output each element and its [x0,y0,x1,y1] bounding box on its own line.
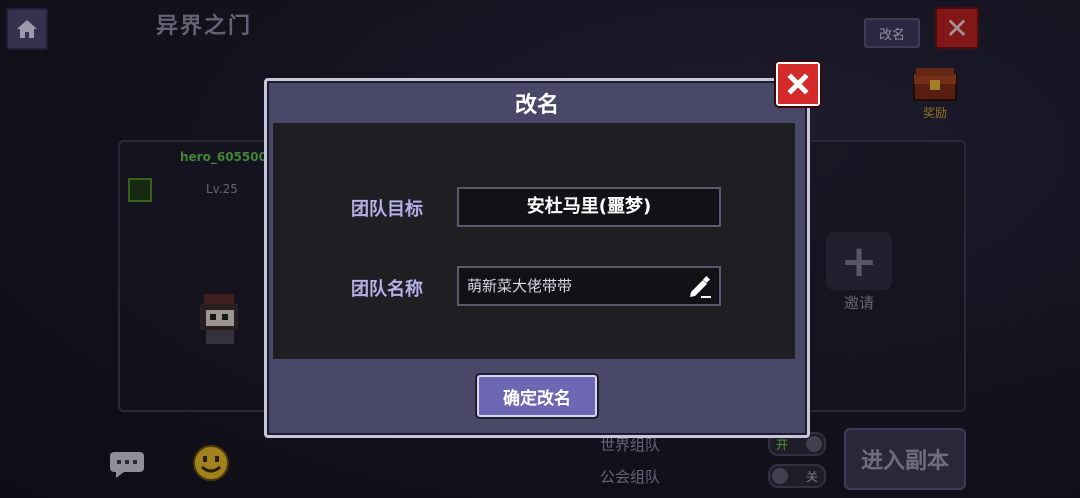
confirm-rename-button[interactable]: 确定改名 [477,375,597,417]
rename-dialog: 改名 团队目标 安杜马里(噩梦) 团队名称 确定改名 [264,78,810,438]
team-name-input[interactable] [459,268,685,302]
team-goal-value: 安杜马里(噩梦) [526,196,652,217]
pencil-icon[interactable] [687,274,713,300]
close-icon [787,73,809,95]
team-goal-field: 安杜马里(噩梦) [457,187,721,227]
dialog-title: 改名 [514,93,559,118]
team-name-field[interactable] [457,266,721,306]
team-goal-label: 团队目标 [351,199,423,220]
dialog-body: 团队目标 安杜马里(噩梦) 团队名称 [273,123,795,359]
team-name-label: 团队名称 [351,279,423,300]
dialog-close-button[interactable] [776,62,820,106]
